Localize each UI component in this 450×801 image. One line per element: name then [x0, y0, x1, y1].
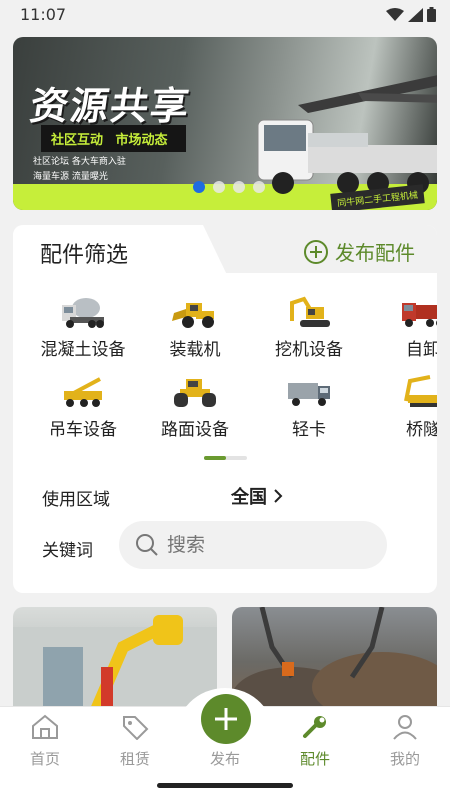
home-indicator[interactable] — [157, 783, 293, 788]
region-label: 使用区域 — [42, 490, 110, 510]
category-scroll-indicator — [204, 456, 247, 460]
nav-home[interactable]: 首页 — [15, 714, 75, 769]
product-image — [13, 615, 217, 717]
nav-label: 发布 — [209, 750, 240, 768]
signal-icon — [408, 7, 423, 22]
plus-icon — [215, 708, 237, 730]
home-icon — [32, 714, 58, 739]
road-roller-icon — [174, 379, 216, 407]
category-road[interactable]: 路面设备 — [135, 375, 255, 440]
search-icon — [136, 534, 158, 556]
category-grid: 混凝土设备 装载机 挖机设备 自卸 吊车设备 路面设备 轻卡 桥隧 — [13, 295, 437, 450]
carousel-dot[interactable] — [253, 181, 265, 193]
nav-rent[interactable]: 租赁 — [105, 714, 165, 769]
loader-icon — [172, 303, 214, 328]
category-scroll-thumb — [204, 456, 226, 460]
nav-label: 配件 — [299, 750, 330, 768]
region-selector[interactable]: 全国 — [231, 483, 283, 509]
search-input[interactable] — [165, 533, 369, 557]
category-light-truck[interactable]: 轻卡 — [249, 375, 369, 440]
banner-title: 资源共享 — [27, 84, 194, 128]
banner-subtitle-item: 社区互动 — [51, 133, 104, 148]
nav-parts[interactable]: 配件 — [285, 714, 345, 769]
battery-icon — [427, 7, 436, 22]
product-card[interactable] — [232, 607, 437, 717]
status-bar: 11:07 — [0, 0, 450, 30]
category-crane[interactable]: 吊车设备 — [23, 375, 143, 440]
keyword-label: 关键词 — [42, 541, 93, 561]
filter-card: 配件筛选 发布配件 混凝土设备 装载机 挖机设备 自卸 吊车设备 路面设备 轻卡… — [13, 225, 437, 593]
carousel-dot[interactable] — [193, 181, 205, 193]
status-time: 11:07 — [20, 5, 67, 24]
category-loader[interactable]: 装载机 — [135, 295, 255, 360]
carousel-indicator — [193, 181, 265, 193]
category-excavator[interactable]: 挖机设备 — [249, 295, 369, 360]
region-value: 全国 — [231, 487, 267, 508]
nav-label: 租赁 — [119, 750, 150, 768]
product-card[interactable] — [13, 607, 217, 717]
excavator-icon — [290, 296, 330, 327]
plus-circle-icon — [304, 239, 328, 264]
product-image — [232, 607, 437, 717]
tag-icon — [123, 716, 149, 741]
carousel-dot[interactable] — [233, 181, 245, 193]
banner-caption: 海量车源 流量曝光 — [33, 172, 108, 182]
publish-parts-label: 发布配件 — [335, 241, 415, 265]
category-label: 路面设备 — [161, 420, 229, 440]
banner-caption: 社区论坛 各大车商入驻 — [33, 157, 126, 167]
publish-button[interactable] — [201, 694, 251, 744]
filter-title: 配件筛选 — [40, 243, 129, 268]
banner-subtitle-item: 市场动态 — [115, 133, 168, 148]
search-box[interactable] — [119, 521, 387, 569]
banner-subtitle: 社区互动 市场动态 — [41, 125, 186, 152]
light-truck-icon — [288, 383, 330, 406]
category-dump-truck[interactable]: 自卸 — [363, 295, 437, 360]
pump-truck-image — [257, 75, 437, 194]
carousel-dot[interactable] — [213, 181, 225, 193]
category-label: 吊车设备 — [49, 420, 117, 440]
status-icons — [386, 7, 436, 22]
category-concrete[interactable]: 混凝土设备 — [23, 295, 143, 360]
bridge-tunnel-icon — [404, 375, 437, 407]
person-icon — [393, 715, 417, 740]
promo-banner[interactable]: 资源共享 社区互动 市场动态 社区论坛 各大车商入驻 海量车源 流量曝光 同牛网… — [13, 37, 437, 210]
category-label: 混凝土设备 — [40, 340, 126, 360]
concrete-mixer-icon — [62, 298, 104, 328]
nav-mine[interactable]: 我的 — [375, 714, 435, 769]
nav-label: 首页 — [29, 750, 60, 768]
category-label: 装载机 — [169, 340, 221, 360]
nav-label: 我的 — [389, 750, 420, 768]
category-label: 自卸 — [406, 340, 437, 360]
category-label: 挖机设备 — [275, 340, 343, 360]
chevron-right-icon — [274, 489, 283, 503]
wifi-icon — [386, 7, 404, 21]
wrench-icon — [303, 716, 326, 738]
crane-icon — [64, 377, 102, 407]
category-bridge-tunnel[interactable]: 桥隧 — [363, 375, 437, 440]
category-label: 桥隧 — [406, 420, 437, 440]
dump-truck-icon — [402, 303, 437, 327]
publish-parts-button[interactable]: 发布配件 — [303, 237, 415, 266]
category-label: 轻卡 — [292, 420, 326, 440]
